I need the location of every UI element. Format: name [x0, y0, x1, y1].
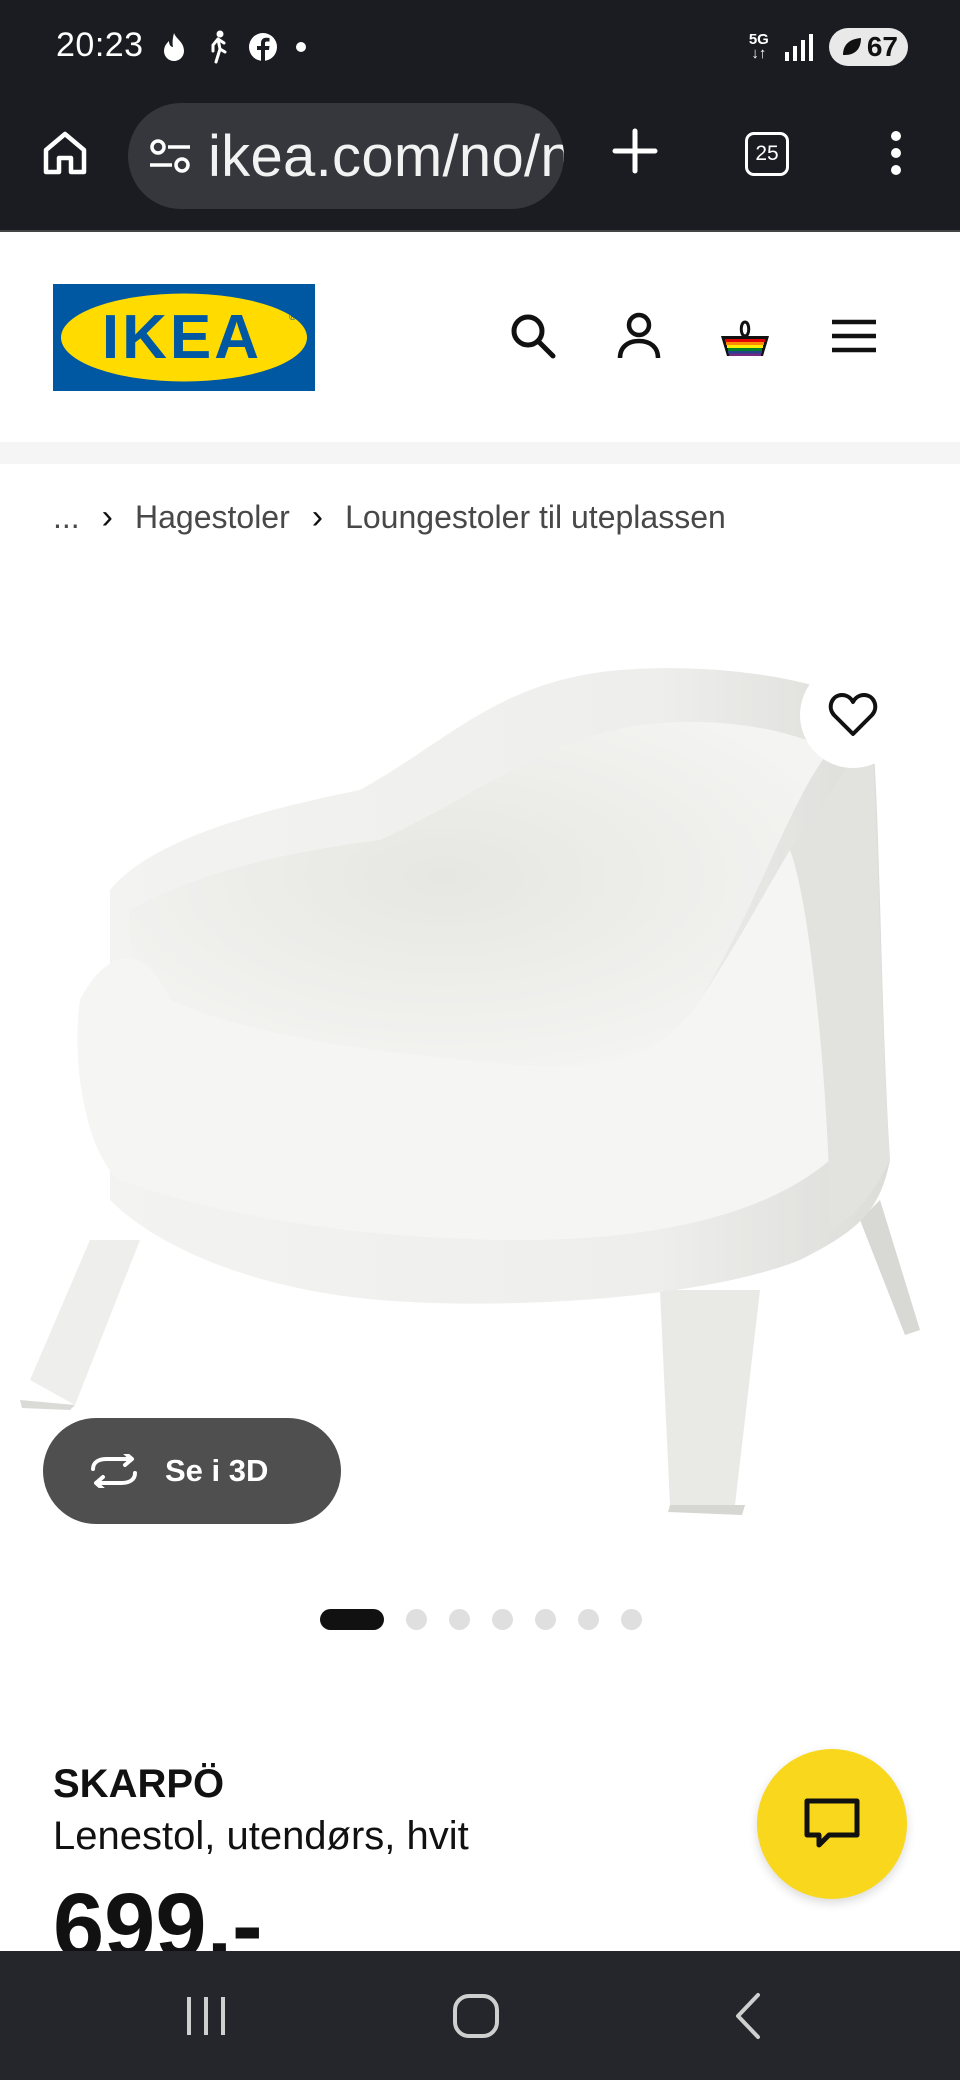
walking-icon: [211, 30, 227, 64]
system-navigation-bar: [0, 1951, 960, 2080]
network-badge: 5G ↓↑: [748, 31, 769, 62]
leaf-icon: [842, 38, 861, 55]
product-description: Lenestol, utendørs, hvit: [53, 1814, 469, 1858]
home-button-icon[interactable]: [450, 1989, 504, 2043]
carousel-dot[interactable]: [535, 1609, 556, 1630]
address-bar[interactable]: ikea.com/no/no: [128, 103, 564, 209]
recent-apps-icon[interactable]: [183, 1989, 229, 2043]
carousel-dot[interactable]: [492, 1609, 513, 1630]
account-icon[interactable]: [613, 310, 665, 362]
browser-toolbar: ikea.com/no/no 25: [0, 98, 960, 232]
carousel-dot[interactable]: [406, 1609, 427, 1630]
more-options-icon[interactable]: [888, 130, 904, 176]
heart-icon: [828, 693, 878, 736]
breadcrumb: ... › Hagestoler › Loungestoler til utep…: [53, 498, 726, 537]
header-divider: [0, 442, 960, 464]
network-label: 5G: [748, 31, 769, 48]
signal-icon: [784, 34, 813, 61]
status-time: 20:23: [56, 26, 144, 64]
carousel-dot-active[interactable]: [320, 1609, 384, 1630]
dot-icon: [296, 42, 306, 52]
status-bar: 20:23 5G ↓↑ 67: [0, 0, 960, 98]
url-text: ikea.com/no/no: [208, 123, 564, 189]
view-3d-button[interactable]: Se i 3D: [43, 1418, 341, 1524]
facebook-icon: [249, 33, 277, 61]
ikea-logo[interactable]: IKEA ®: [53, 284, 315, 391]
battery-level: 67: [866, 31, 898, 62]
search-icon[interactable]: [507, 310, 559, 362]
view-3d-label: Se i 3D: [165, 1453, 269, 1488]
battery-indicator: 67: [828, 28, 908, 66]
carousel-dot[interactable]: [449, 1609, 470, 1630]
chat-icon: [804, 1798, 860, 1848]
carousel-dot[interactable]: [621, 1609, 642, 1630]
svg-text:®: ®: [289, 312, 297, 323]
notification-icons: [160, 30, 308, 64]
breadcrumb-ellipsis[interactable]: ...: [53, 499, 80, 536]
site-settings-icon[interactable]: [148, 136, 192, 176]
favorite-button[interactable]: [800, 662, 906, 768]
site-header: IKEA ®: [0, 232, 960, 442]
basket-icon[interactable]: [719, 310, 771, 362]
system-icons: 5G ↓↑ 67: [749, 28, 908, 66]
menu-icon[interactable]: [828, 310, 880, 362]
breadcrumb-item-loungestoler[interactable]: Loungestoler til uteplassen: [345, 499, 726, 536]
tab-switcher-button[interactable]: 25: [745, 132, 789, 176]
carousel-dot[interactable]: [578, 1609, 599, 1630]
flame-icon: [164, 33, 184, 61]
image-carousel-indicator: [320, 1609, 642, 1630]
logo-text: IKEA: [102, 303, 262, 372]
chat-button[interactable]: [757, 1749, 907, 1899]
new-tab-icon[interactable]: [612, 128, 658, 174]
chevron-right-icon: ›: [311, 498, 324, 536]
back-icon[interactable]: [728, 1989, 768, 2043]
product-name: SKARPÖ: [53, 1762, 225, 1806]
chevron-right-icon: ›: [101, 498, 113, 536]
breadcrumb-item-hagestoler[interactable]: Hagestoler: [135, 499, 290, 536]
page: 20:23 5G↓↑ 67 ikea.com/no/no 25: [0, 0, 960, 2080]
rotate-3d-icon: [91, 1454, 137, 1488]
home-icon[interactable]: [40, 128, 90, 178]
